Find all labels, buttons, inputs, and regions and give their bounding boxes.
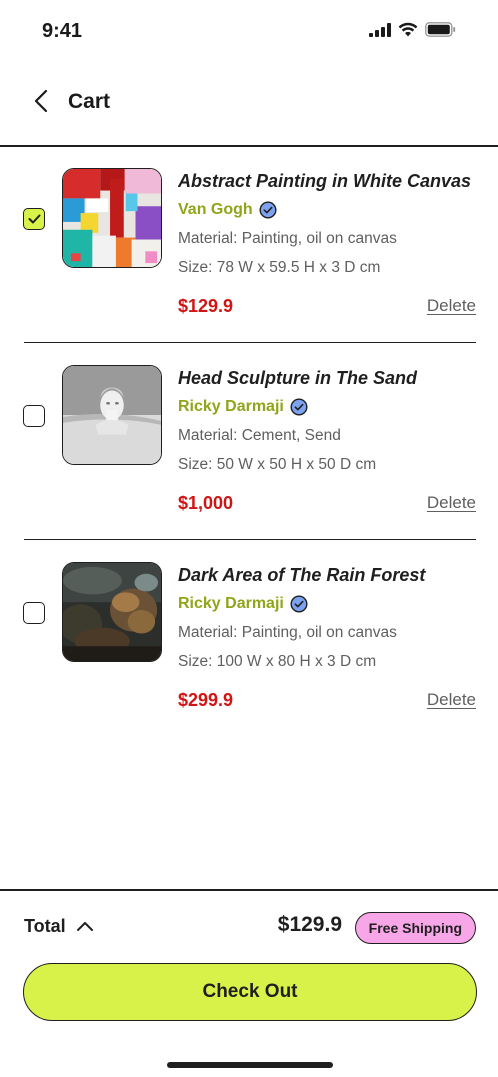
artist-row: Ricky Darmaji xyxy=(178,594,476,614)
item-title[interactable]: Head Sculpture in The Sand xyxy=(178,367,476,389)
total-toggle[interactable]: Total xyxy=(24,916,94,937)
summary-divider xyxy=(0,889,498,891)
chevron-up-icon xyxy=(76,922,93,931)
verified-badge-icon xyxy=(290,595,308,613)
price-row: $1,000 Delete xyxy=(178,491,476,515)
cart-item: Head Sculpture in The Sand Ricky Darmaji… xyxy=(0,343,498,540)
delete-button[interactable]: Delete xyxy=(427,296,476,316)
item-material: Material: Painting, oil on canvas xyxy=(178,230,397,247)
checkmark-icon xyxy=(28,214,40,224)
artist-name[interactable]: Ricky Darmaji xyxy=(178,594,284,614)
wifi-icon xyxy=(398,22,418,37)
forest-painting-image[interactable] xyxy=(62,562,162,662)
cart-item: Abstract Painting in White Canvas Van Go… xyxy=(0,146,498,343)
item-checkbox[interactable] xyxy=(23,208,45,230)
cellular-signal-icon xyxy=(369,22,391,37)
free-shipping-badge: Free Shipping xyxy=(354,912,476,944)
status-time: 9:41 xyxy=(42,20,83,42)
status-bar: 9:41 xyxy=(0,0,498,62)
item-size: Size: 50 W x 50 H x 50 D cm xyxy=(178,456,377,473)
cart-list: Abstract Painting in White Canvas Van Go… xyxy=(0,146,498,737)
item-info: Abstract Painting in White Canvas Van Go… xyxy=(178,170,476,318)
price-row: $129.9 Delete xyxy=(178,294,476,318)
back-button[interactable] xyxy=(28,88,54,114)
verified-badge-icon xyxy=(290,398,308,416)
page-title: Cart xyxy=(68,90,111,113)
header: Cart xyxy=(0,80,498,126)
home-indicator xyxy=(167,1062,333,1068)
delete-button[interactable]: Delete xyxy=(427,493,476,513)
abstract-painting-image[interactable] xyxy=(62,168,162,268)
artist-name[interactable]: Ricky Darmaji xyxy=(178,397,284,417)
item-title[interactable]: Dark Area of The Rain Forest xyxy=(178,564,476,586)
item-material: Material: Cement, Send xyxy=(178,427,341,444)
item-checkbox[interactable] xyxy=(23,405,45,427)
item-price: $299.9 xyxy=(178,690,234,710)
battery-icon xyxy=(425,22,456,37)
cart-item: Dark Area of The Rain Forest Ricky Darma… xyxy=(0,540,498,737)
item-info: Dark Area of The Rain Forest Ricky Darma… xyxy=(178,564,476,712)
artist-row: Van Gogh xyxy=(178,200,476,220)
verified-badge-icon xyxy=(259,201,277,219)
item-material: Material: Painting, oil on canvas xyxy=(178,624,397,641)
delete-button[interactable]: Delete xyxy=(427,690,476,710)
chevron-left-icon xyxy=(34,89,48,113)
artist-name[interactable]: Van Gogh xyxy=(178,200,253,220)
item-title[interactable]: Abstract Painting in White Canvas xyxy=(178,170,476,192)
sculpture-image[interactable] xyxy=(62,365,162,465)
total-bar: Total $129.9 Free Shipping xyxy=(0,904,498,950)
item-size: Size: 78 W x 59.5 H x 3 D cm xyxy=(178,259,381,276)
price-row: $299.9 Delete xyxy=(178,688,476,712)
item-checkbox[interactable] xyxy=(23,602,45,624)
item-size: Size: 100 W x 80 H x 3 D cm xyxy=(178,653,377,670)
item-info: Head Sculpture in The Sand Ricky Darmaji… xyxy=(178,367,476,515)
status-icons xyxy=(369,22,456,37)
item-price: $129.9 xyxy=(178,296,234,316)
item-price: $1,000 xyxy=(178,493,234,513)
total-amount: $129.9 xyxy=(277,913,342,936)
checkout-button[interactable]: Check Out xyxy=(23,963,477,1021)
total-label: Total xyxy=(24,916,66,936)
artist-row: Ricky Darmaji xyxy=(178,397,476,417)
